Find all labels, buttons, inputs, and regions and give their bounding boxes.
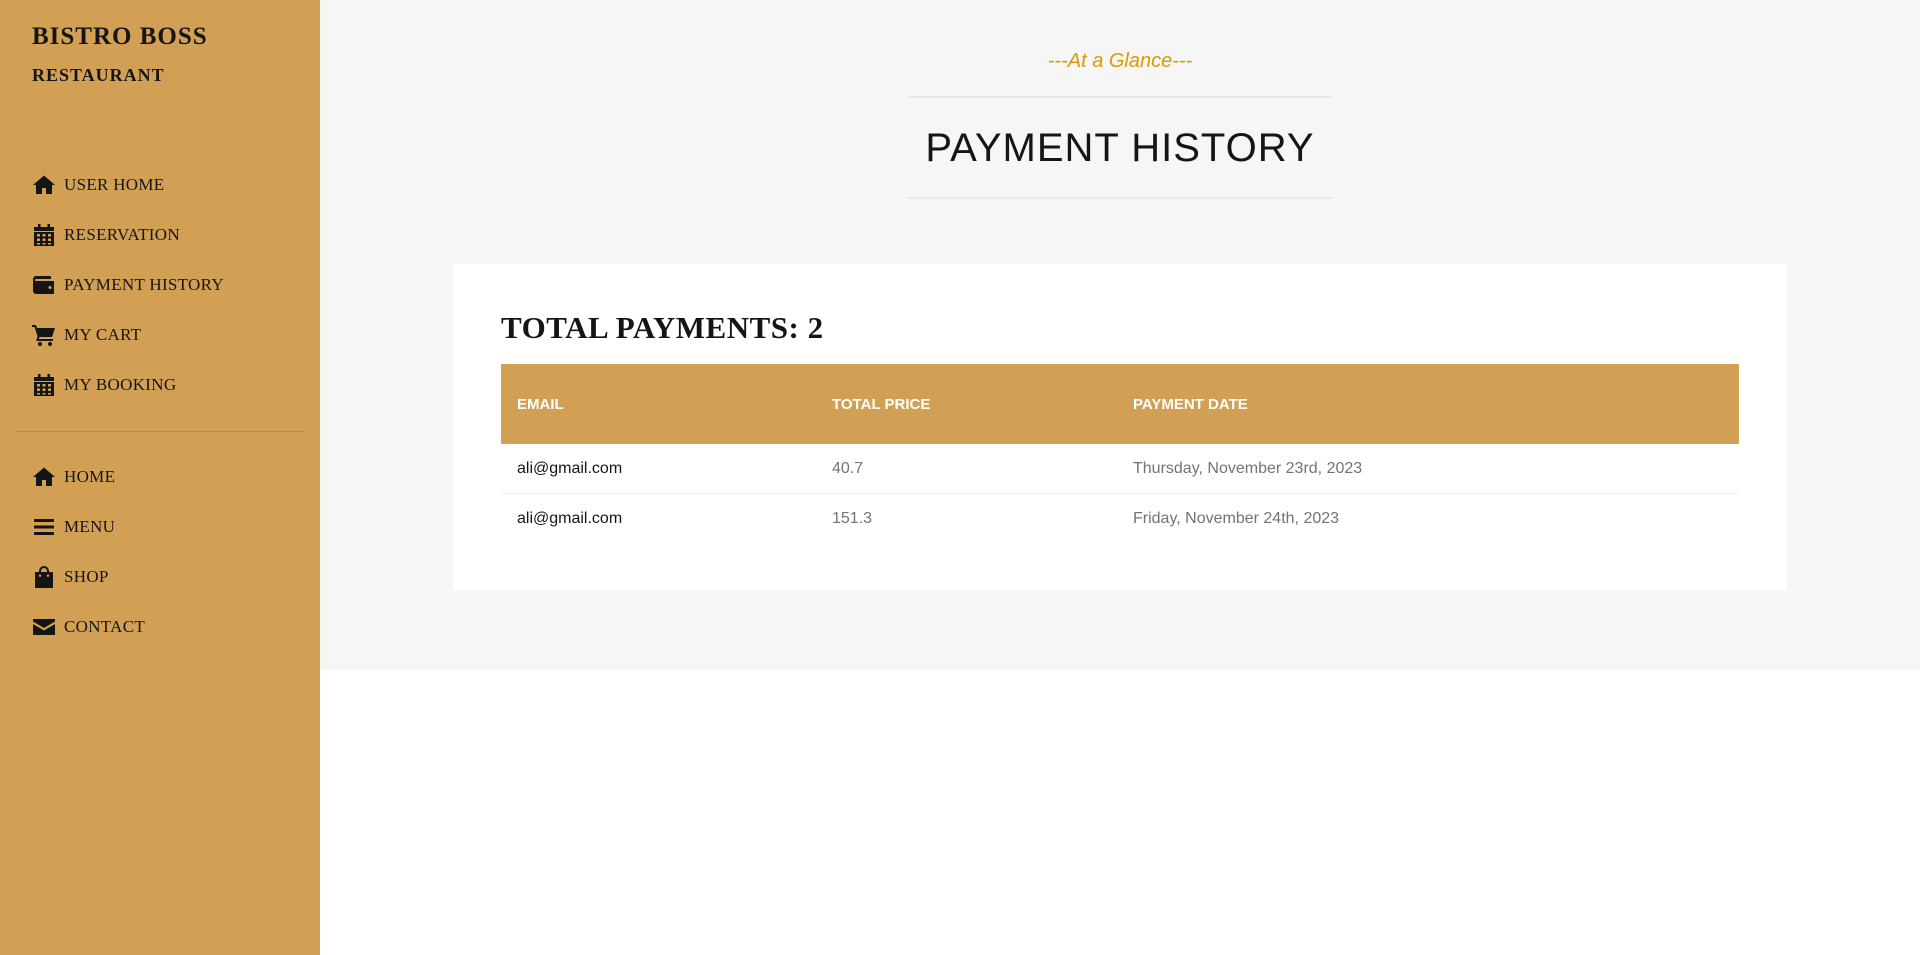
brand-title: BISTRO BOSS — [32, 23, 208, 50]
brand-subtitle: RESTAURANT — [32, 65, 165, 85]
envelope-icon — [32, 615, 56, 639]
cell-payment-date: Thursday, November 23rd, 2023 — [1133, 459, 1363, 477]
sidebar-item-label: Contact — [64, 617, 146, 636]
total-payments-heading: Total Payments: 2 — [501, 310, 824, 345]
cell-email: ali@gmail.com — [517, 509, 623, 527]
sidebar-item-user-home[interactable]: User Home — [32, 170, 164, 200]
cell-total-price: 40.7 — [832, 459, 864, 477]
sidebar-item-menu[interactable]: Menu — [32, 512, 115, 542]
sidebar-item-label: My Booking — [64, 375, 177, 394]
payments-card: Total Payments: 2 Email Total Price Paym… — [453, 264, 1787, 590]
heading-divider-bottom — [908, 197, 1332, 199]
shopping-bag-icon — [32, 565, 56, 589]
sidebar-item-label: My Cart — [64, 325, 142, 344]
sidebar-item-label: Payment History — [64, 275, 224, 294]
wallet-icon — [32, 273, 56, 297]
page-title: PAYMENT HISTORY — [925, 126, 1315, 170]
home-icon — [32, 465, 56, 489]
sidebar-item-label: Shop — [64, 567, 109, 586]
dashboard-app: BISTRO BOSS RESTAURANT User Home Reserva… — [0, 0, 1920, 955]
menu-icon — [32, 515, 56, 539]
sidebar-item-label: Reservation — [64, 225, 180, 244]
sidebar-divider — [16, 431, 304, 432]
sidebar-item-label: Menu — [64, 517, 116, 536]
cell-email: ali@gmail.com — [517, 459, 623, 477]
sidebar-item-payment-history[interactable]: Payment History — [32, 270, 224, 300]
cell-payment-date: Friday, November 24th, 2023 — [1133, 509, 1340, 527]
cell-total-price: 151.3 — [832, 509, 873, 527]
sidebar-item-contact[interactable]: Contact — [32, 612, 145, 642]
sidebar-item-home[interactable]: Home — [32, 462, 115, 492]
sidebar-item-my-booking[interactable]: My Booking — [32, 370, 176, 400]
sidebar-item-shop[interactable]: Shop — [32, 562, 109, 592]
table-row: ali@gmail.com 40.7 Thursday, November 23… — [501, 444, 1739, 494]
home-icon — [32, 173, 56, 197]
sidebar-item-my-cart[interactable]: My Cart — [32, 320, 141, 350]
sidebar-item-label: Home — [64, 467, 116, 486]
sidebar: BISTRO BOSS RESTAURANT User Home Reserva… — [0, 0, 320, 955]
cart-icon — [32, 323, 56, 347]
payments-table: Email Total Price Payment Date ali@gmail… — [501, 364, 1739, 543]
sidebar-item-reservation[interactable]: Reservation — [32, 220, 180, 250]
column-header-total-price: Total Price — [832, 395, 931, 413]
column-header-payment-date: Payment Date — [1133, 395, 1248, 413]
calendar-icon — [32, 373, 56, 397]
column-header-email: Email — [517, 395, 564, 413]
heading-divider-top — [908, 96, 1332, 98]
brand-logo[interactable]: BISTRO BOSS RESTAURANT — [32, 22, 208, 86]
table-row: ali@gmail.com 151.3 Friday, November 24t… — [501, 494, 1739, 543]
table-header: Email Total Price Payment Date — [501, 364, 1739, 444]
section-subheading: ---At a Glance--- — [1047, 50, 1193, 72]
calendar-icon — [32, 223, 56, 247]
sidebar-item-label: User Home — [64, 175, 165, 194]
